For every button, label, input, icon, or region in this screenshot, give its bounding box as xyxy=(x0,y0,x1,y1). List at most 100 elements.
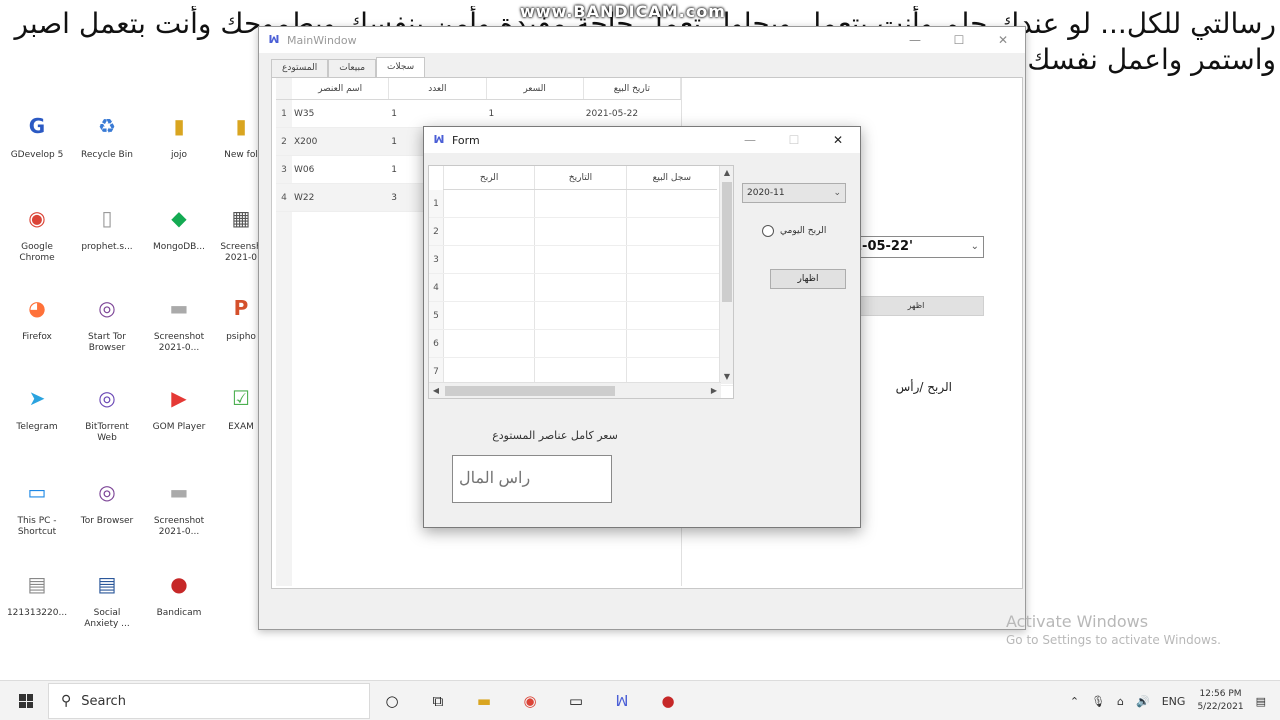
cell[interactable] xyxy=(625,246,717,273)
vertical-scrollbar[interactable]: ▲ ▼ xyxy=(719,166,733,384)
cell[interactable]: W35 xyxy=(292,100,389,127)
desktop-icon-tor-folder[interactable]: ◎ Tor Browser xyxy=(72,470,142,527)
header-sale-date[interactable]: تاريخ البيع xyxy=(584,78,681,99)
chrome-icon[interactable]: ◉ xyxy=(518,689,542,713)
desktop-icon-tor-browser[interactable]: ◎ Start Tor Browser xyxy=(72,286,142,354)
cell[interactable] xyxy=(443,330,534,357)
maximize-button[interactable]: ☐ xyxy=(772,127,816,153)
cell[interactable]: W06 xyxy=(292,156,389,183)
table-row[interactable]: 2 xyxy=(429,218,733,246)
desktop-icon-screenshot-3[interactable]: ▬ Screenshot 2021-0... xyxy=(144,470,214,538)
close-button[interactable]: ✕ xyxy=(816,127,860,153)
cell[interactable] xyxy=(443,302,534,329)
table-row[interactable]: 3 xyxy=(429,246,733,274)
desktop-icon-gdevelop[interactable]: G GDevelop 5 xyxy=(2,104,72,161)
clock[interactable]: 12:56 PM 5/22/2021 xyxy=(1197,688,1243,714)
cell[interactable] xyxy=(443,218,534,245)
language-indicator[interactable]: ENG xyxy=(1162,695,1186,708)
cell[interactable]: 1 xyxy=(487,100,584,127)
cell[interactable] xyxy=(625,274,717,301)
cell[interactable] xyxy=(534,246,625,273)
minimize-button[interactable]: — xyxy=(893,27,937,53)
network-icon[interactable]: ⌂ xyxy=(1117,695,1124,708)
show-results-button[interactable]: اظهار xyxy=(770,269,846,289)
start-button[interactable] xyxy=(8,681,44,720)
cell[interactable] xyxy=(443,358,534,385)
bandicam-icon[interactable]: ● xyxy=(656,689,680,713)
scroll-left-icon[interactable]: ◀ xyxy=(429,383,443,398)
cell[interactable] xyxy=(534,274,625,301)
scroll-right-icon[interactable]: ▶ xyxy=(707,383,721,398)
desktop-icon-file-prophet[interactable]: ▯ prophet.s... xyxy=(72,196,142,253)
desktop-icon-gom-player[interactable]: ▶ GOM Player xyxy=(144,376,214,433)
cell[interactable] xyxy=(534,330,625,357)
desktop-icon-telegram[interactable]: ➤ Telegram xyxy=(2,376,72,433)
maximize-button[interactable]: ☐ xyxy=(937,27,981,53)
microphone-icon[interactable]: 🎙 xyxy=(1091,695,1105,708)
desktop-icon-recycle-bin[interactable]: ♻ Recycle Bin xyxy=(72,104,142,161)
desktop-icon-chrome[interactable]: ◉ Google Chrome xyxy=(2,196,72,264)
main-window-titlebar[interactable]: ꟽ MainWindow — ☐ ✕ xyxy=(259,27,1025,53)
terminal-icon[interactable]: ▭ xyxy=(564,689,588,713)
cell[interactable] xyxy=(534,302,625,329)
file-explorer-icon[interactable]: ▬ xyxy=(472,689,496,713)
scroll-thumb[interactable] xyxy=(445,386,615,396)
chevron-up-icon[interactable]: ⌃ xyxy=(1070,695,1079,708)
cortana-icon[interactable]: ○ xyxy=(380,689,404,713)
date-combo[interactable]: 1-05-22' ⌄ xyxy=(848,236,984,258)
tab-records[interactable]: سجلات xyxy=(376,57,426,77)
scroll-down-icon[interactable]: ▼ xyxy=(720,370,733,384)
tab-warehouse[interactable]: المستودع xyxy=(271,59,329,77)
desktop-icon-this-pc[interactable]: ▭ This PC - Shortcut xyxy=(2,470,72,538)
table-row[interactable]: 5 xyxy=(429,302,733,330)
cell[interactable] xyxy=(625,190,717,217)
header-sale-record[interactable]: سجل البيع xyxy=(625,166,717,189)
cell[interactable] xyxy=(534,218,625,245)
table-row[interactable]: 1 W35 1 1 2021-05-22 xyxy=(276,100,681,128)
python-app-icon[interactable]: ꟽ xyxy=(610,689,634,713)
profit-table[interactable]: الربح التاريخ سجل البيع 1 2 3 4 5 6 7 ▲ … xyxy=(428,165,734,399)
cell[interactable] xyxy=(625,218,717,245)
cell[interactable] xyxy=(443,246,534,273)
notification-icon[interactable]: ▤ xyxy=(1256,695,1266,708)
cell[interactable] xyxy=(625,302,717,329)
header-date[interactable]: التاريخ xyxy=(534,166,625,189)
daily-profit-radio[interactable]: الربح اليومي xyxy=(762,225,826,237)
desktop-icon-social-anxiety[interactable]: ▤ Social Anxiety ... xyxy=(72,562,142,630)
desktop-icon-doc-file[interactable]: ▤ 121313220... xyxy=(2,562,72,619)
desktop-icon-folder-jojo[interactable]: ▮ jojo xyxy=(144,104,214,161)
desktop-icon-bandicam[interactable]: ● Bandicam xyxy=(144,562,214,619)
task-view-icon[interactable]: ⧉ xyxy=(426,689,450,713)
taskbar-search[interactable]: ⚲ Search xyxy=(48,683,370,719)
cell[interactable] xyxy=(443,190,534,217)
desktop-icon-screenshot-2[interactable]: ▬ Screenshot 2021-0... xyxy=(144,286,214,354)
cell[interactable] xyxy=(625,330,717,357)
header-profit[interactable]: الربح xyxy=(443,166,534,189)
show-button[interactable]: اظهر xyxy=(848,296,984,316)
cell[interactable]: 1 xyxy=(389,100,486,127)
cell[interactable]: 2021-05-22 xyxy=(584,100,681,127)
header-item-name[interactable]: اسم العنصر xyxy=(292,78,390,99)
form-titlebar[interactable]: ꟽ Form — ☐ ✕ xyxy=(424,127,860,153)
scroll-up-icon[interactable]: ▲ xyxy=(720,166,733,180)
volume-icon[interactable]: 🔊 xyxy=(1136,695,1150,708)
cell[interactable] xyxy=(625,358,717,385)
header-price[interactable]: السعر xyxy=(487,78,584,99)
cell[interactable]: X200 xyxy=(292,128,389,155)
table-row[interactable]: 1 xyxy=(429,190,733,218)
header-count[interactable]: العدد xyxy=(389,78,487,99)
desktop-icon-firefox[interactable]: ◕ Firefox xyxy=(2,286,72,343)
desktop-icon-bittorrent[interactable]: ◎ BitTorrent Web xyxy=(72,376,142,444)
desktop-icon-mongodb[interactable]: ◆ MongoDB... xyxy=(144,196,214,253)
cell[interactable]: W22 xyxy=(292,184,389,211)
table-row[interactable]: 6 xyxy=(429,330,733,358)
cell[interactable] xyxy=(534,358,625,385)
capital-input[interactable] xyxy=(452,455,612,503)
radio-circle-icon[interactable] xyxy=(762,225,774,237)
cell[interactable] xyxy=(443,274,534,301)
tab-sales[interactable]: مبيعات xyxy=(328,59,377,77)
horizontal-scrollbar[interactable]: ◀ ▶ xyxy=(429,382,721,398)
minimize-button[interactable]: — xyxy=(728,127,772,153)
scroll-thumb[interactable] xyxy=(722,182,732,302)
cell[interactable] xyxy=(534,190,625,217)
